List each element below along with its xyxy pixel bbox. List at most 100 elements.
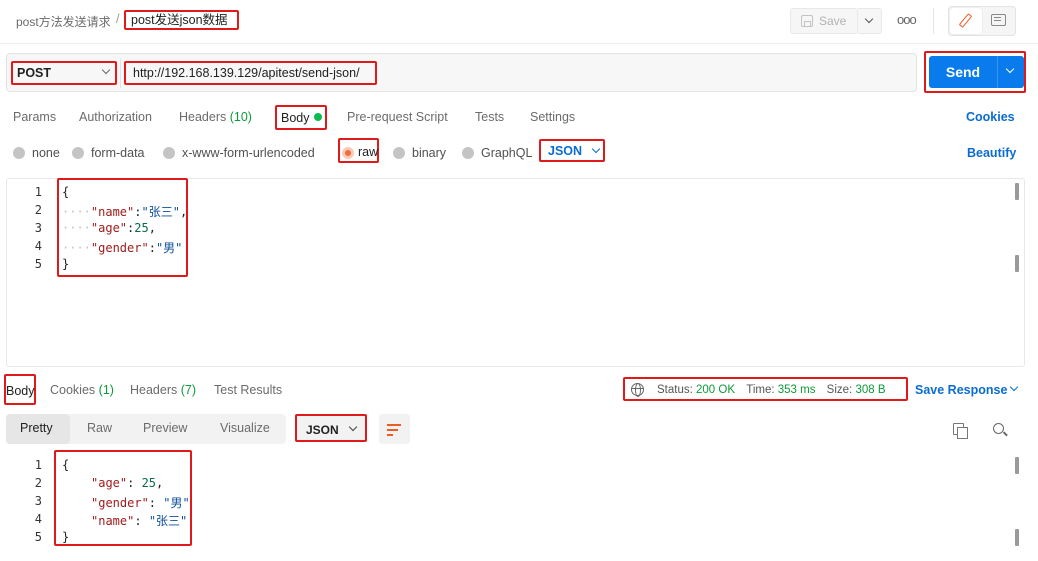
view-raw[interactable]: Raw xyxy=(87,421,112,435)
chevron-down-icon[interactable] xyxy=(1009,382,1019,392)
code-line: ····"name":"张三", xyxy=(62,205,188,219)
scrollbar-thumb[interactable] xyxy=(1015,457,1019,474)
radio-raw-label: raw xyxy=(358,145,379,159)
radio-dot-icon xyxy=(13,147,25,159)
save-icon xyxy=(801,15,813,27)
tab-settings[interactable]: Settings xyxy=(530,110,575,124)
scrollbar-thumb[interactable] xyxy=(1015,183,1019,200)
code-line: "gender": "男" xyxy=(91,496,190,510)
view-preview[interactable]: Preview xyxy=(143,421,187,435)
line-number: 3 xyxy=(34,221,42,235)
time-label: Time: xyxy=(746,384,775,396)
tab-body-label: Body xyxy=(281,111,310,125)
body-format-select[interactable]: JSON xyxy=(539,139,605,162)
chevron-down-icon xyxy=(591,144,601,154)
wrap-lines-button[interactable] xyxy=(379,414,410,444)
resp-tab-cookies-count: (1) xyxy=(98,383,114,397)
status-value: 200 OK xyxy=(696,384,736,396)
response-format-value: JSON xyxy=(306,423,339,437)
radio-binary[interactable]: binary xyxy=(393,146,446,160)
view-toggle-group xyxy=(948,6,1016,36)
tab-params[interactable]: Params xyxy=(13,110,56,124)
radio-raw[interactable]: raw xyxy=(338,138,379,163)
response-status: Status: 200 OK Time: 353 ms Size: 308 B xyxy=(623,377,908,401)
breadcrumb-separator: / xyxy=(116,12,120,26)
tab-tests[interactable]: Tests xyxy=(475,110,504,124)
globe-icon xyxy=(631,383,644,397)
send-button-group: Send xyxy=(924,51,1026,93)
json-key: "gender" xyxy=(90,241,149,255)
beautify-link[interactable]: Beautify xyxy=(967,146,1016,160)
code-line: "age": 25, xyxy=(91,476,164,490)
json-value: "男" xyxy=(155,241,183,255)
code-line: { xyxy=(62,185,70,199)
send-button[interactable]: Send xyxy=(929,56,997,88)
line-number: 2 xyxy=(34,203,42,217)
radio-dot-icon xyxy=(163,147,175,159)
json-value: 25 xyxy=(134,221,149,235)
active-dot-icon xyxy=(313,113,322,121)
save-label: Save xyxy=(819,14,847,28)
cookies-link[interactable]: Cookies xyxy=(966,110,1015,124)
search-icon[interactable] xyxy=(993,423,1004,434)
scrollbar-thumb[interactable] xyxy=(1015,255,1019,272)
resp-tab-test-results[interactable]: Test Results xyxy=(214,383,282,397)
resp-tab-headers-label: Headers xyxy=(130,383,178,397)
resp-tab-body[interactable]: Body xyxy=(4,374,36,405)
resp-tab-cookies-label: Cookies xyxy=(50,383,96,397)
scrollbar-thumb[interactable] xyxy=(1015,529,1019,546)
radio-graphql[interactable]: GraphQL xyxy=(462,146,532,160)
json-key: "gender" xyxy=(91,496,149,510)
comment-icon[interactable] xyxy=(991,14,1006,26)
resp-tab-cookies[interactable]: Cookies (1) xyxy=(50,383,114,397)
view-visualize[interactable]: Visualize xyxy=(220,421,270,435)
resp-tab-headers[interactable]: Headers (7) xyxy=(130,383,196,397)
chevron-down-icon xyxy=(864,14,874,24)
view-pretty[interactable]: Pretty xyxy=(20,421,53,435)
json-key: "age" xyxy=(90,221,128,235)
tab-authorization[interactable]: Authorization xyxy=(79,110,152,124)
top-bar: post方法发送请求 / post发送json数据 Save ooo xyxy=(0,0,1038,44)
save-button[interactable]: Save xyxy=(790,8,858,34)
radio-dot-icon xyxy=(462,147,474,159)
chevron-down-icon xyxy=(101,65,111,75)
radio-urlencoded-label: x-www-form-urlencoded xyxy=(182,146,315,160)
response-format-select[interactable]: JSON xyxy=(295,414,367,442)
line-number: 2 xyxy=(34,476,42,490)
edit-button[interactable] xyxy=(950,8,982,34)
radio-form-data[interactable]: form-data xyxy=(72,146,145,160)
json-key: "age" xyxy=(91,476,128,490)
json-value: "张三" xyxy=(148,514,188,528)
radio-form-data-label: form-data xyxy=(91,146,145,160)
line-number: 5 xyxy=(34,257,42,271)
save-dropdown-button[interactable] xyxy=(858,8,882,34)
method-select[interactable]: POST xyxy=(11,61,117,85)
indent-marker: ···· xyxy=(62,221,91,235)
chevron-down-icon xyxy=(348,422,358,432)
radio-none[interactable]: none xyxy=(13,146,60,160)
send-dropdown-button[interactable] xyxy=(997,56,1024,88)
tab-headers-count: (10) xyxy=(229,110,252,124)
radio-urlencoded[interactable]: x-www-form-urlencoded xyxy=(163,146,315,160)
line-number: 3 xyxy=(34,494,42,508)
url-input[interactable]: http://192.168.139.129/apitest/send-json… xyxy=(124,61,377,85)
tab-headers[interactable]: Headers (10) xyxy=(179,110,252,124)
line-number: 1 xyxy=(34,458,42,472)
chevron-down-icon xyxy=(1005,64,1015,74)
tab-pre-request-script[interactable]: Pre-request Script xyxy=(347,110,448,124)
line-number: 5 xyxy=(34,530,42,544)
breadcrumb-parent[interactable]: post方法发送请求 xyxy=(16,13,111,30)
copy-icon[interactable] xyxy=(953,423,968,439)
save-response-button[interactable]: Save Response xyxy=(915,383,1007,397)
tab-body[interactable]: Body xyxy=(275,105,327,130)
size-label: Size: xyxy=(826,384,853,396)
json-value: "男" xyxy=(163,496,190,510)
json-value: "张三" xyxy=(141,205,180,219)
radio-dot-icon xyxy=(393,147,405,159)
request-name[interactable]: post发送json数据 xyxy=(124,10,239,30)
radio-selected-icon xyxy=(342,147,354,159)
code-line: ····"gender":"男" xyxy=(62,241,183,255)
code-line: { xyxy=(62,458,70,472)
more-icon[interactable]: ooo xyxy=(897,12,917,27)
indent-marker: ···· xyxy=(62,241,91,255)
